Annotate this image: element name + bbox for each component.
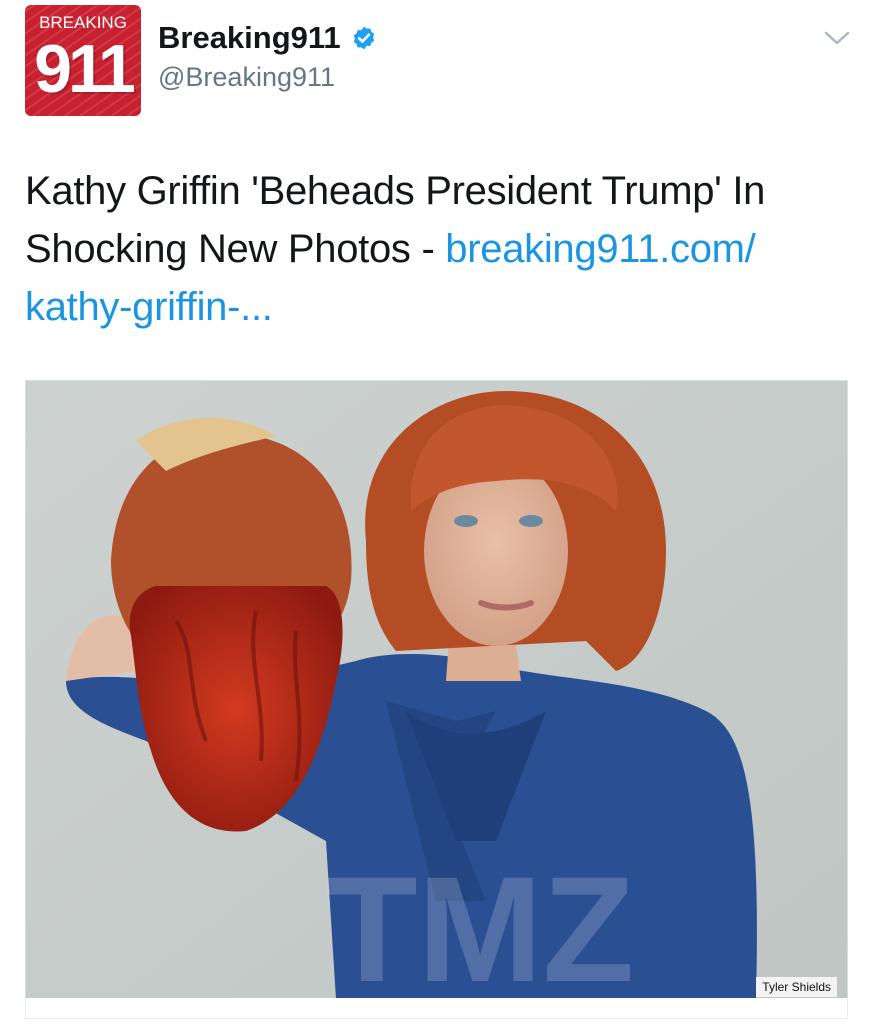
tweet-photo[interactable]: TMZ Tyler Shields — [25, 380, 848, 1000]
avatar[interactable]: BREAKING 911 — [25, 5, 141, 116]
watermark: TMZ — [326, 845, 634, 999]
name-row: Breaking911 — [158, 20, 377, 56]
avatar-number: 911 — [34, 31, 136, 107]
chevron-down-icon[interactable] — [822, 28, 852, 48]
display-name[interactable]: Breaking911 — [158, 20, 341, 56]
photo-credit: Tyler Shields — [756, 977, 837, 997]
tweet-text: Kathy Griffin 'Beheads President Trump' … — [25, 162, 855, 336]
media-card-bottom — [25, 998, 848, 1019]
photo-illustration: TMZ — [26, 381, 847, 999]
verified-badge-icon — [351, 25, 377, 51]
handle[interactable]: @Breaking911 — [158, 62, 335, 93]
